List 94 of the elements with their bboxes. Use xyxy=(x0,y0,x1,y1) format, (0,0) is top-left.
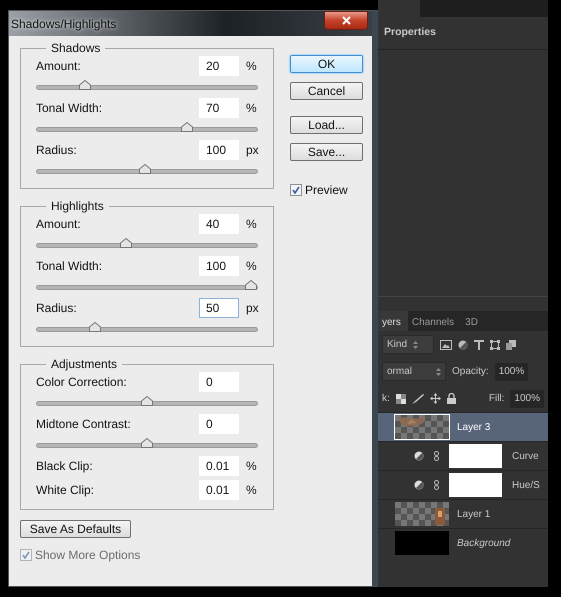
field-label: Black Clip: xyxy=(36,458,94,475)
updown-icon xyxy=(436,368,441,376)
layer-row[interactable]: Curve xyxy=(378,441,548,470)
filter-dropdown[interactable]: Kind xyxy=(382,335,434,354)
dialog-button[interactable]: OK xyxy=(290,55,363,73)
slider-thumb[interactable] xyxy=(89,322,101,332)
unit-label: % xyxy=(245,458,258,475)
unit-label: % xyxy=(245,258,258,275)
input-field[interactable]: 70 xyxy=(199,98,239,118)
field-label: Tonal Width: xyxy=(36,258,104,275)
layer-name: Layer 1 xyxy=(457,508,490,522)
group-title: Adjustments xyxy=(50,357,118,371)
lock-transparency-icon[interactable] xyxy=(396,394,406,404)
layer-name: Hue/S xyxy=(512,478,540,492)
checkbox-label: Preview xyxy=(305,182,348,199)
input-field[interactable]: 0.01 xyxy=(199,480,239,500)
field-label: Amount: xyxy=(36,216,82,233)
slider-thumb[interactable] xyxy=(120,238,132,248)
move-icon[interactable] xyxy=(430,393,441,404)
field-label: Color Correction: xyxy=(36,374,128,391)
input-field[interactable]: 40 xyxy=(199,214,239,234)
group-title: Highlights xyxy=(50,199,105,213)
blend-mode-dropdown[interactable]: ormal xyxy=(382,362,446,381)
layer-name: Curve xyxy=(512,450,539,464)
smart-object-filter-icon[interactable] xyxy=(506,340,516,350)
close-button[interactable] xyxy=(324,11,368,30)
field-label: White Clip: xyxy=(36,482,96,499)
group-title: Shadows xyxy=(50,41,102,55)
dialog-button[interactable]: Cancel xyxy=(290,82,363,100)
slider-thumb[interactable] xyxy=(245,280,257,290)
field-label: Midtone Contrast: xyxy=(36,416,132,433)
layer-name: Layer 3 xyxy=(457,420,490,434)
lock-label: k: xyxy=(382,392,390,406)
brush-icon[interactable] xyxy=(412,394,424,404)
input-field[interactable]: 100 xyxy=(199,256,239,276)
layer-mask-thumbnail xyxy=(449,444,502,468)
link-icon xyxy=(434,451,439,461)
panel-title: Properties xyxy=(384,25,436,40)
dialog-button[interactable]: Save... xyxy=(290,143,363,161)
panel-tab[interactable]: Channels xyxy=(408,311,462,331)
layer-row[interactable]: Layer 1 xyxy=(378,499,548,528)
text-filter-icon[interactable] xyxy=(474,340,484,350)
input-field[interactable]: 50 xyxy=(199,298,239,318)
slider-thumb[interactable] xyxy=(141,396,153,406)
opacity-field[interactable]: 100% xyxy=(494,362,528,380)
slider-thumb[interactable] xyxy=(141,438,153,448)
input-field[interactable]: 0.01 xyxy=(199,456,239,476)
check-icon xyxy=(22,551,30,559)
field-label: Tonal Width: xyxy=(36,100,104,117)
link-icon xyxy=(434,480,439,490)
field-label: Radius: xyxy=(36,300,78,317)
layer-thumbnail xyxy=(395,531,449,555)
field-label: Amount: xyxy=(36,58,82,75)
unit-label: % xyxy=(245,100,258,117)
shape-filter-icon[interactable] xyxy=(490,340,500,350)
layer-row[interactable]: Hue/S xyxy=(378,470,548,499)
lock-icon[interactable] xyxy=(446,393,456,404)
check-icon xyxy=(292,186,300,194)
adjustment-icon xyxy=(414,451,424,461)
image-filter-icon[interactable] xyxy=(440,340,452,350)
window-title: Shadows/Highlights xyxy=(11,16,116,32)
slider-thumb[interactable] xyxy=(138,164,151,174)
slider-thumb[interactable] xyxy=(78,80,91,90)
layer-row[interactable]: Layer 3 xyxy=(378,412,548,441)
adjustment-icon xyxy=(414,480,424,490)
layer-name: Background xyxy=(457,536,510,550)
panel-tab[interactable]: 3D xyxy=(461,311,485,331)
unit-label: % xyxy=(245,58,258,75)
layer-row[interactable]: Background xyxy=(378,528,548,557)
input-field[interactable]: 0 xyxy=(199,372,239,392)
dialog-button[interactable]: Load... xyxy=(290,116,363,134)
panel-tab[interactable]: yers xyxy=(378,311,408,331)
unit-label: % xyxy=(245,216,258,233)
unit-label: % xyxy=(245,482,258,499)
dropdown-value: Kind xyxy=(387,338,408,352)
layer-mask-thumbnail xyxy=(449,473,502,497)
unit-label: px xyxy=(245,142,259,159)
checkbox[interactable] xyxy=(20,549,32,561)
opacity-label: Opacity: xyxy=(452,365,489,379)
input-field[interactable]: 20 xyxy=(199,56,239,76)
field-label: Radius: xyxy=(36,142,78,159)
dropdown-value: ormal xyxy=(387,365,412,379)
updown-icon xyxy=(413,340,418,348)
close-icon xyxy=(342,16,350,25)
input-field[interactable]: 0 xyxy=(199,414,239,434)
fill-label: Fill: xyxy=(488,392,504,406)
adjustment-filter-icon[interactable] xyxy=(458,340,468,350)
save-as-defaults-button[interactable]: Save As Defaults xyxy=(20,520,131,538)
input-field[interactable]: 100 xyxy=(199,140,239,160)
checkbox-label: Show More Options xyxy=(35,547,140,564)
slider-thumb[interactable] xyxy=(180,122,193,132)
checkbox[interactable] xyxy=(290,184,302,196)
fill-field[interactable]: 100% xyxy=(510,390,544,408)
unit-label: px xyxy=(245,300,259,317)
